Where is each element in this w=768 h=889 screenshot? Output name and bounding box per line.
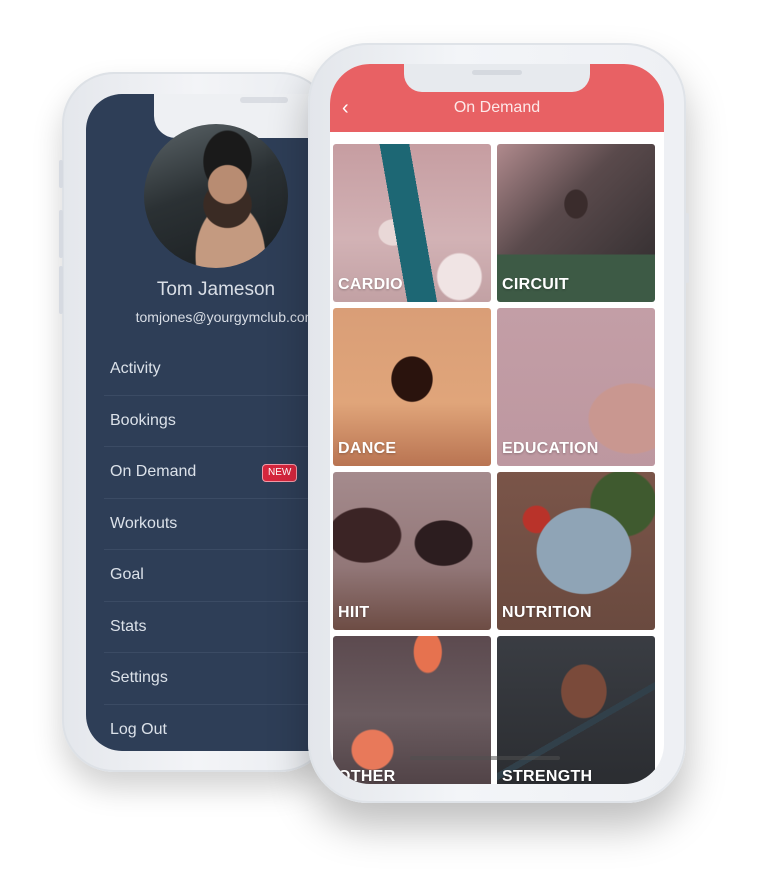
menu-item-label: Bookings (110, 411, 176, 429)
volume-down-button (59, 266, 63, 314)
phone-notch (404, 64, 590, 92)
mute-switch (59, 160, 63, 188)
category-tile-cardio[interactable]: CARDIO (333, 144, 491, 302)
category-label: CARDIO (338, 276, 403, 293)
menu-item-label: Stats (110, 617, 147, 635)
menu-item-settings[interactable]: Settings (104, 653, 332, 705)
profile-email: tomjones@yourgymclub.com (135, 309, 317, 325)
menu-item-stats[interactable]: Stats (104, 602, 332, 653)
menu-item-workouts[interactable]: Workouts (104, 499, 332, 550)
menu-item-log-out[interactable]: Log Out (104, 705, 332, 752)
menu-item-label: On Demand (110, 463, 197, 480)
menu-item-label: Workouts (110, 514, 178, 532)
drawer-phone: Tom Jameson tomjones@yourgymclub.com Act… (59, 72, 332, 772)
power-button (685, 213, 689, 283)
category-label: OTHER (338, 768, 396, 784)
menu-item-bookings[interactable]: Bookings (104, 396, 332, 447)
category-label: EDUCATION (502, 440, 599, 457)
drawer-menu: Activity Bookings On Demand NEW Workouts… (104, 344, 332, 751)
speaker-grille (472, 70, 522, 75)
new-badge: NEW (262, 464, 298, 482)
menu-item-goal[interactable]: Goal (104, 550, 332, 602)
app-header: ‹ On Demand (330, 64, 664, 132)
category-tile-dance[interactable]: DANCE (333, 308, 491, 466)
category-label: NUTRITION (502, 604, 592, 621)
menu-item-on-demand[interactable]: On Demand NEW (104, 447, 332, 499)
on-demand-screen: ‹ On Demand CARDIO CIRCUIT DANCE EDUCATI… (330, 64, 664, 784)
menu-item-label: Activity (110, 360, 161, 377)
category-tile-circuit[interactable]: CIRCUIT (497, 144, 655, 302)
drawer-screen: Tom Jameson tomjones@yourgymclub.com Act… (86, 94, 332, 751)
menu-item-activity[interactable]: Activity (104, 344, 332, 396)
profile-name: Tom Jameson (156, 279, 276, 300)
on-demand-phone: ‹ On Demand CARDIO CIRCUIT DANCE EDUCATI… (308, 43, 689, 803)
menu-item-label: Log Out (110, 720, 167, 738)
category-tile-other[interactable]: OTHER (333, 636, 491, 784)
category-label: HIIT (338, 604, 370, 621)
category-tile-hiit[interactable]: HIIT (333, 472, 491, 630)
menu-item-label: Goal (110, 566, 144, 583)
volume-up-button (59, 210, 63, 258)
category-tile-strength[interactable]: STRENGTH (497, 636, 655, 784)
speaker-grille (240, 97, 288, 103)
category-label: CIRCUIT (502, 276, 569, 293)
home-indicator[interactable] (410, 756, 560, 760)
category-tile-nutrition[interactable]: NUTRITION (497, 472, 655, 630)
category-grid: CARDIO CIRCUIT DANCE EDUCATION HIIT NUTR… (333, 144, 657, 784)
page-title: On Demand (453, 99, 541, 116)
menu-item-label: Settings (110, 669, 168, 686)
category-label: STRENGTH (502, 768, 593, 784)
category-label: DANCE (338, 440, 397, 457)
profile-avatar[interactable] (144, 124, 288, 268)
category-tile-education[interactable]: EDUCATION (497, 308, 655, 466)
